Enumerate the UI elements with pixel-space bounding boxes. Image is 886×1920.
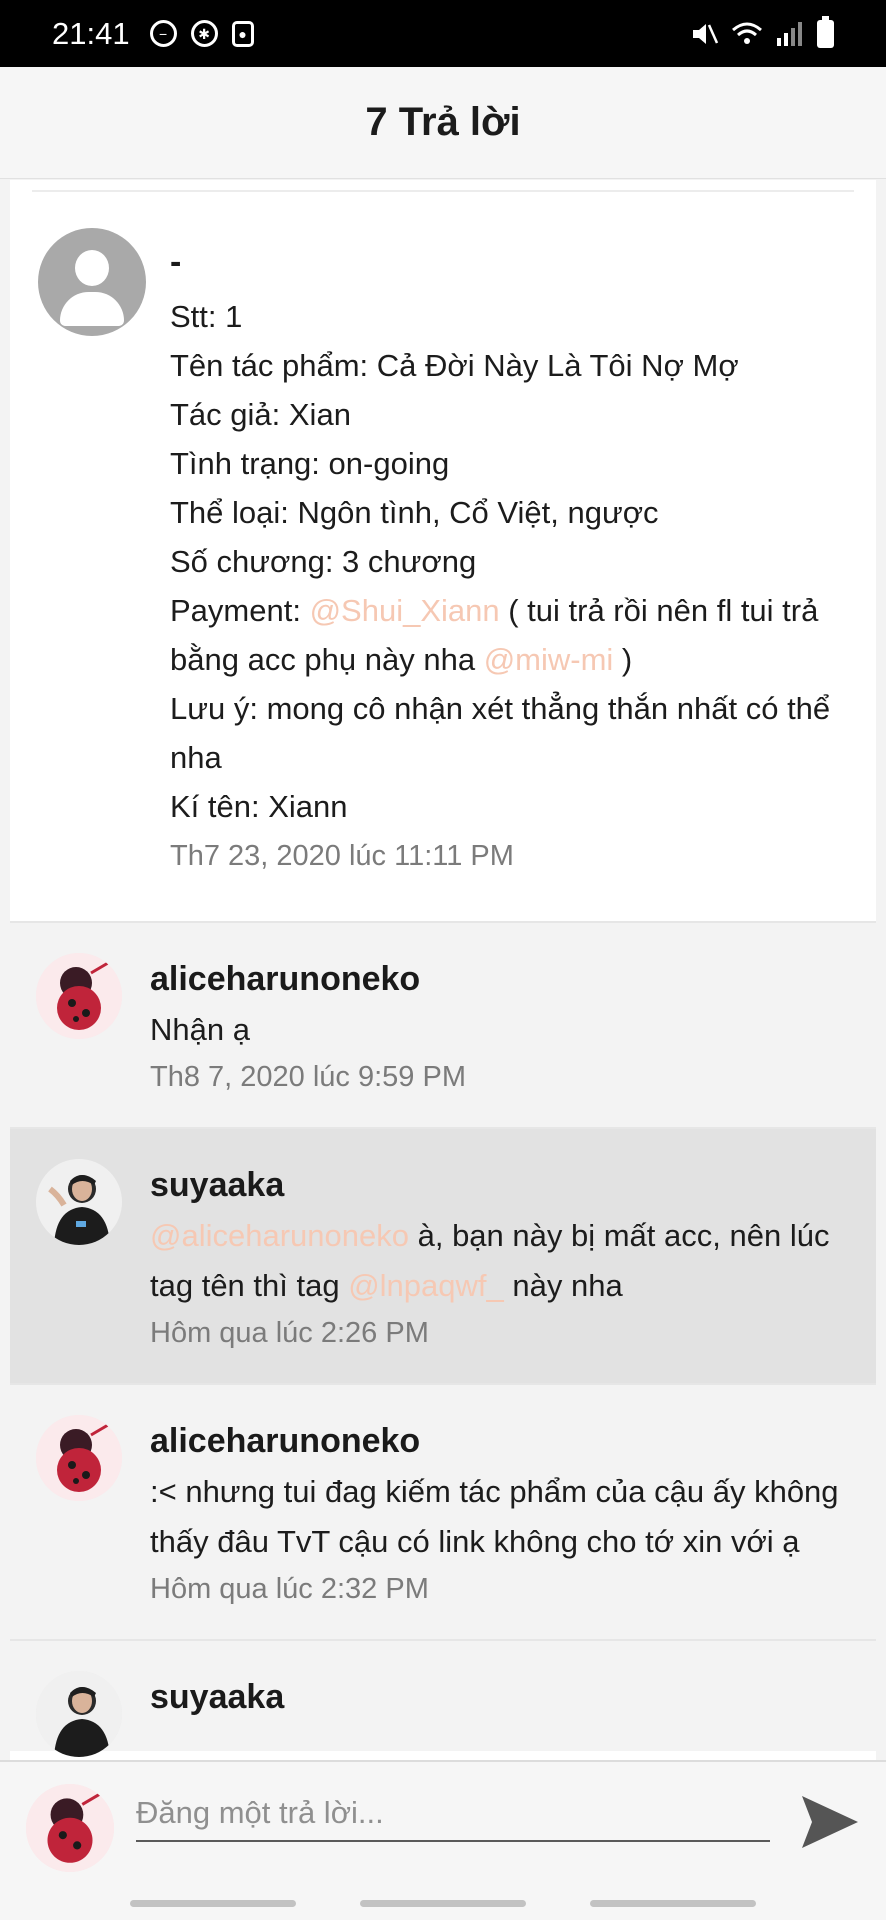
reply-text: @aliceharunoneko à, bạn này bị mất acc, … [150,1211,856,1311]
page-title: 7 Trả lời [365,100,521,144]
signal-icon [777,21,802,46]
post-line: Tên tác phẩm: Cả Đời Này Là Tôi Nợ Mợ [170,348,739,383]
reply-text: Nhận ạ [150,1012,250,1047]
payment-label: Payment: [170,593,310,628]
screenshot-notification-icon: ● [231,20,254,47]
reply-item[interactable]: aliceharunoneko Nhận ạ Th8 7, 2020 lúc 9… [10,921,876,1127]
post-line: Tình trạng: on-going [170,446,450,481]
ladybug-avatar-icon [36,953,122,1039]
replies-list[interactable]: - Stt: 1 Tên tác phẩm: Cả Đời Này Là Tôi… [10,180,876,1760]
mention-link[interactable]: @Shui_Xiann [310,593,500,628]
home-button[interactable] [360,1900,526,1907]
back-button[interactable] [590,1900,756,1907]
avatar[interactable] [36,1159,122,1245]
reply-input[interactable] [136,1786,770,1842]
compose-bar [0,1760,886,1880]
send-button[interactable] [798,1790,862,1854]
avatar[interactable] [36,1415,122,1501]
mention-link[interactable]: @lnpaqwf_ [348,1268,504,1303]
reply-item[interactable]: aliceharunoneko :< nhưng tui đag kiếm tá… [10,1383,876,1639]
status-bar: 21:41 − ✱ ● [0,0,886,67]
app-notification-icon: ✱ [190,20,218,47]
person-avatar-icon [36,1671,122,1757]
post-note: Lưu ý: mong cô nhận xét thẳng thắn nhất … [170,691,831,775]
post-line: Thể loại: Ngôn tình, Cổ Việt, ngược [170,495,659,530]
reply-item[interactable]: suyaaka @aliceharunoneko à, bạn này bị m… [10,1127,876,1383]
avatar[interactable] [36,1671,122,1757]
recent-apps-button[interactable] [130,1900,296,1907]
original-post: - Stt: 1 Tên tác phẩm: Cả Đời Này Là Tôi… [10,192,876,921]
wifi-icon [732,22,762,44]
battery-icon [817,15,834,48]
system-nav-bar [0,1880,886,1920]
reply-author[interactable]: aliceharunoneko [150,1415,856,1467]
payment-text-end: ) [613,642,633,677]
person-avatar-icon [36,1159,122,1245]
send-icon [802,1796,858,1848]
reply-text: :< nhưng tui đag kiếm tác phẩm của cậu ấ… [150,1474,839,1559]
post-signature: Kí tên: Xiann [170,789,348,824]
post-author[interactable]: - [170,212,862,292]
post-line: Stt: 1 [170,299,243,334]
do-not-disturb-icon: − [149,20,177,47]
reply-author[interactable]: suyaaka [150,1671,856,1723]
reply-item[interactable]: suyaaka [10,1639,876,1757]
post-line: Tác giả: Xian [170,397,351,432]
default-avatar-icon[interactable] [38,228,146,336]
header: 7 Trả lời [0,67,886,179]
post-line: Số chương: 3 chương [170,544,477,579]
reply-timestamp: Th8 7, 2020 lúc 9:59 PM [150,1061,466,1093]
reply-author[interactable]: suyaaka [150,1159,856,1211]
reply-timestamp: Hôm qua lúc 2:26 PM [150,1317,429,1349]
status-time: 21:41 [52,15,130,51]
payment-line: Payment: @Shui_Xiann ( tui trả rồi nên f… [170,586,862,684]
ladybug-avatar-icon [36,1415,122,1501]
post-timestamp: Th7 23, 2020 lúc 11:11 PM [170,840,514,872]
mention-link[interactable]: @miw-mi [484,642,614,677]
reply-text-part: này nha [503,1268,623,1303]
reply-timestamp: Hôm qua lúc 2:32 PM [150,1573,429,1605]
avatar [26,1784,114,1872]
reply-author[interactable]: aliceharunoneko [150,953,856,1005]
ladybug-avatar-icon [26,1784,114,1872]
avatar[interactable] [36,953,122,1039]
mute-icon [693,23,719,44]
mention-link[interactable]: @aliceharunoneko [150,1218,409,1253]
